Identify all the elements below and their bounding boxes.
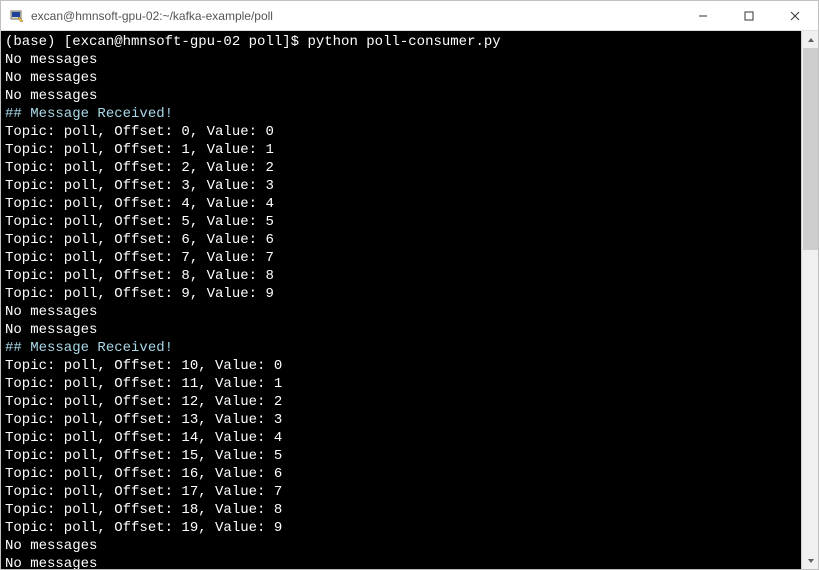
shell-command: python poll-consumer.py [307, 34, 500, 50]
app-window: excan@hmnsoft-gpu-02:~/kafka-example/pol… [0, 0, 819, 570]
scroll-down-arrow-icon[interactable] [802, 552, 818, 569]
terminal-line: Topic: poll, Offset: 14, Value: 4 [5, 429, 797, 447]
scrollbar-thumb[interactable] [803, 48, 818, 250]
terminal-line: Topic: poll, Offset: 18, Value: 8 [5, 501, 797, 519]
titlebar[interactable]: excan@hmnsoft-gpu-02:~/kafka-example/pol… [1, 1, 818, 31]
terminal-line: Topic: poll, Offset: 12, Value: 2 [5, 393, 797, 411]
minimize-button[interactable] [680, 1, 726, 30]
terminal-line: Topic: poll, Offset: 3, Value: 3 [5, 177, 797, 195]
terminal-line: No messages [5, 87, 797, 105]
terminal-line: Topic: poll, Offset: 13, Value: 3 [5, 411, 797, 429]
putty-icon [9, 8, 25, 24]
terminal-line: Topic: poll, Offset: 7, Value: 7 [5, 249, 797, 267]
terminal-line: Topic: poll, Offset: 5, Value: 5 [5, 213, 797, 231]
terminal-line: Topic: poll, Offset: 2, Value: 2 [5, 159, 797, 177]
terminal-line: No messages [5, 321, 797, 339]
terminal-output[interactable]: (base) [excan@hmnsoft-gpu-02 poll]$ pyth… [1, 31, 801, 569]
terminal-line: ## Message Received! [5, 105, 797, 123]
shell-prompt: (base) [excan@hmnsoft-gpu-02 poll]$ [5, 34, 307, 50]
terminal-line: Topic: poll, Offset: 6, Value: 6 [5, 231, 797, 249]
close-button[interactable] [772, 1, 818, 30]
terminal-line: Topic: poll, Offset: 4, Value: 4 [5, 195, 797, 213]
scroll-up-arrow-icon[interactable] [802, 31, 818, 48]
window-title: excan@hmnsoft-gpu-02:~/kafka-example/pol… [31, 9, 680, 23]
terminal-line: Topic: poll, Offset: 16, Value: 6 [5, 465, 797, 483]
terminal-line: ## Message Received! [5, 339, 797, 357]
terminal-line: No messages [5, 537, 797, 555]
vertical-scrollbar[interactable] [801, 31, 818, 569]
terminal-line: Topic: poll, Offset: 19, Value: 9 [5, 519, 797, 537]
maximize-button[interactable] [726, 1, 772, 30]
terminal-line: Topic: poll, Offset: 1, Value: 1 [5, 141, 797, 159]
prompt-line: (base) [excan@hmnsoft-gpu-02 poll]$ pyth… [5, 33, 797, 51]
terminal-line: No messages [5, 555, 797, 569]
terminal-line: No messages [5, 303, 797, 321]
terminal-line: Topic: poll, Offset: 15, Value: 5 [5, 447, 797, 465]
terminal-line: Topic: poll, Offset: 9, Value: 9 [5, 285, 797, 303]
terminal-line: Topic: poll, Offset: 0, Value: 0 [5, 123, 797, 141]
terminal-line: Topic: poll, Offset: 8, Value: 8 [5, 267, 797, 285]
scrollbar-track[interactable] [802, 48, 818, 552]
terminal-line: No messages [5, 69, 797, 87]
terminal-area: (base) [excan@hmnsoft-gpu-02 poll]$ pyth… [1, 31, 818, 569]
terminal-line: Topic: poll, Offset: 17, Value: 7 [5, 483, 797, 501]
window-controls [680, 1, 818, 30]
terminal-line: Topic: poll, Offset: 10, Value: 0 [5, 357, 797, 375]
terminal-line: No messages [5, 51, 797, 69]
terminal-line: Topic: poll, Offset: 11, Value: 1 [5, 375, 797, 393]
